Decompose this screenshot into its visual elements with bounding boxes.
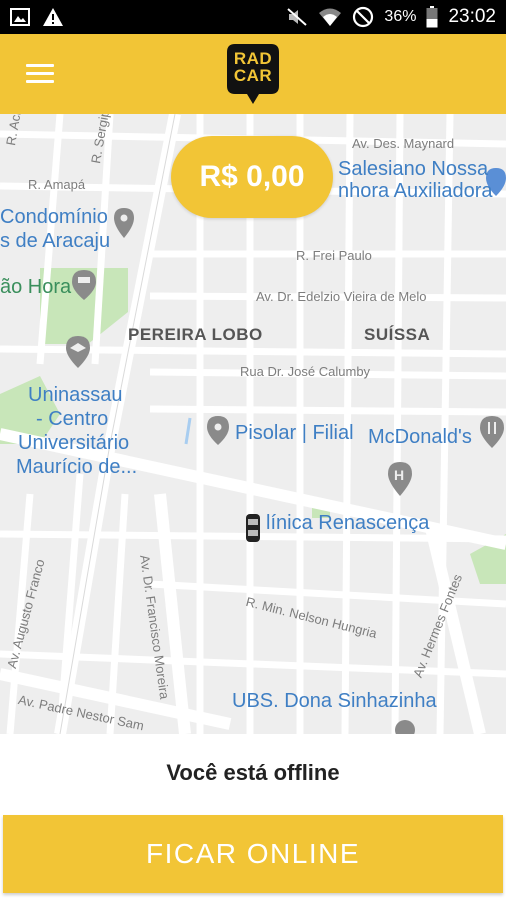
app-bar: RAD CAR — [0, 34, 506, 114]
poi-label[interactable]: ão Hora — [0, 276, 71, 298]
street-label: Av. Des. Maynard — [352, 136, 455, 151]
poi-label[interactable]: Maurício de... — [16, 456, 137, 478]
battery-percentage: 36% — [384, 8, 417, 25]
poi-label[interactable]: Universitário — [18, 432, 129, 454]
no-disturb-icon — [352, 6, 374, 28]
bottom-panel: Você está offline FICAR ONLINE — [0, 734, 506, 900]
poi-label[interactable]: Salesiano Nossa — [338, 158, 488, 180]
street-label: R. Amapá — [28, 177, 86, 192]
poi-label[interactable]: nhora Auxiliadora — [338, 180, 493, 202]
poi-label[interactable]: - Centro — [36, 408, 108, 430]
battery-icon — [426, 6, 438, 28]
poi-label[interactable]: McDonald's — [368, 426, 472, 448]
fare-badge: R$ 0,00 — [171, 136, 333, 218]
go-online-button[interactable]: FICAR ONLINE — [3, 815, 503, 893]
app-screen: 36% 23:02 RAD CAR H R. Acre R. Sergipe R… — [0, 0, 506, 900]
poi-label[interactable]: s de Aracaju — [0, 230, 110, 252]
logo-text: RAD CAR — [225, 50, 281, 84]
poi-label[interactable]: Uninassau — [28, 384, 123, 406]
logo-line-1: RAD — [233, 49, 273, 68]
neighborhood-label: PEREIRA LOBO — [128, 325, 263, 344]
warning-icon — [42, 7, 64, 27]
clock: 23:02 — [448, 6, 496, 27]
logo-line-2: CAR — [233, 66, 273, 85]
menu-line — [26, 64, 54, 67]
car-marker — [246, 514, 260, 542]
menu-line — [26, 80, 54, 83]
radcar-logo: RAD CAR — [225, 42, 281, 106]
street-label: R. Frei Paulo — [296, 248, 372, 263]
poi-label[interactable]: Condomínio — [0, 206, 108, 228]
neighborhood-label: SUÍSSA — [364, 325, 431, 344]
wifi-icon — [318, 7, 342, 27]
mute-icon — [286, 7, 308, 27]
status-bar: 36% 23:02 — [0, 0, 506, 34]
street-label: Rua Dr. José Calumby — [240, 364, 371, 379]
hamburger-menu-button[interactable] — [26, 64, 54, 86]
menu-line — [26, 72, 54, 75]
poi-label[interactable]: UBS. Dona Sinhazinha — [232, 690, 437, 712]
image-icon — [10, 8, 30, 26]
poi-label[interactable]: línica Renascença — [266, 512, 429, 534]
street-label: Av. Dr. Edelzio Vieira de Melo — [256, 289, 427, 304]
svg-text:H: H — [394, 467, 404, 483]
offline-status-text: Você está offline — [166, 760, 340, 785]
map-view[interactable]: H R. Acre R. Sergipe R. Amapá Av. Des. M… — [0, 114, 506, 734]
poi-label[interactable]: Pisolar | Filial — [235, 422, 354, 444]
